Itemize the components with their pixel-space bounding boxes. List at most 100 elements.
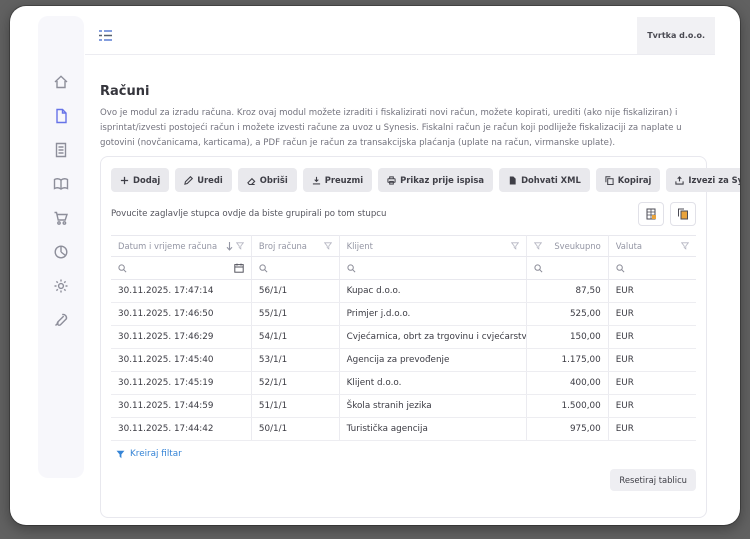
cell-currency: EUR bbox=[608, 303, 696, 326]
cell-total: 150,00 bbox=[526, 326, 608, 349]
cell-client: Kupac d.o.o. bbox=[339, 280, 526, 303]
topbar: Tvrtka d.o.o. bbox=[85, 17, 715, 55]
cell-currency: EUR bbox=[608, 395, 696, 418]
table-row[interactable]: 30.11.2025. 17:45:19 52/1/1 Klijent d.o.… bbox=[111, 372, 696, 395]
cell-currency: EUR bbox=[608, 326, 696, 349]
search-icon bbox=[616, 264, 625, 273]
table-row[interactable]: 30.11.2025. 17:46:50 55/1/1 Primjer j.d.… bbox=[111, 303, 696, 326]
document-icon bbox=[508, 176, 517, 185]
filter-input-number[interactable] bbox=[272, 263, 332, 273]
delete-button[interactable]: Obriši bbox=[238, 168, 297, 192]
catalog-icon[interactable] bbox=[53, 176, 69, 192]
sort-descending-icon bbox=[226, 242, 233, 251]
copy-button[interactable]: Kopiraj bbox=[596, 168, 661, 192]
table-row[interactable]: 30.11.2025. 17:46:29 54/1/1 Cvjećarnica,… bbox=[111, 326, 696, 349]
filter-funnel-icon[interactable] bbox=[534, 242, 542, 250]
table-row[interactable]: 30.11.2025. 17:47:14 56/1/1 Kupac d.o.o.… bbox=[111, 280, 696, 303]
cell-client: Cvjećarnica, obrt za trgovinu i cvjećars… bbox=[339, 326, 526, 349]
eraser-icon bbox=[247, 176, 256, 185]
add-button[interactable]: Dodaj bbox=[111, 168, 169, 192]
export-synesis-button-label: Izvezi za Synesis bbox=[688, 175, 740, 185]
print-preview-button-label: Prikaz prije ispisa bbox=[400, 175, 484, 185]
cell-client: Klijent d.o.o. bbox=[339, 372, 526, 395]
pencil-icon bbox=[184, 176, 193, 185]
cell-number: 55/1/1 bbox=[251, 303, 339, 326]
home-icon[interactable] bbox=[53, 74, 69, 90]
cell-total: 400,00 bbox=[526, 372, 608, 395]
column-header-number[interactable]: Broj računa bbox=[251, 236, 339, 257]
copy-grid-button[interactable] bbox=[670, 202, 696, 226]
create-filter-label: Kreiraj filtar bbox=[130, 449, 182, 459]
page-title: Računi bbox=[100, 84, 149, 99]
spreadsheet-icon bbox=[645, 208, 657, 220]
export-icon bbox=[675, 176, 684, 185]
reset-table-button[interactable]: Resetiraj tablicu bbox=[610, 469, 696, 491]
filter-input-client[interactable] bbox=[360, 263, 519, 273]
filter-funnel-blue-icon bbox=[116, 450, 125, 459]
settings-icon[interactable] bbox=[53, 278, 69, 294]
filter-input-datetime[interactable] bbox=[131, 263, 230, 273]
add-button-label: Dodaj bbox=[133, 175, 160, 185]
cell-datetime: 30.11.2025. 17:45:40 bbox=[111, 349, 251, 372]
reset-row: Resetiraj tablicu bbox=[111, 469, 696, 491]
copy-pages-icon bbox=[677, 208, 689, 220]
grid-tools bbox=[638, 202, 696, 226]
column-header-total[interactable]: Sveukupno bbox=[526, 236, 608, 257]
app-window: Tvrtka d.o.o. Računi Ovo je modul za izr… bbox=[10, 6, 740, 525]
cell-datetime: 30.11.2025. 17:44:42 bbox=[111, 418, 251, 441]
search-icon bbox=[259, 264, 268, 273]
print-preview-button[interactable]: Prikaz prije ispisa bbox=[378, 168, 493, 192]
filter-row bbox=[111, 257, 696, 280]
copy-icon bbox=[605, 176, 614, 185]
invoices-table: Datum i vrijeme računa Broj računa bbox=[111, 235, 696, 441]
filter-input-currency[interactable] bbox=[629, 263, 689, 273]
column-header-currency[interactable]: Valuta bbox=[608, 236, 696, 257]
copy-button-label: Kopiraj bbox=[618, 175, 652, 185]
cell-total: 975,00 bbox=[526, 418, 608, 441]
calendar-icon[interactable] bbox=[234, 263, 244, 273]
search-icon bbox=[534, 264, 543, 273]
plus-icon bbox=[120, 176, 129, 185]
invoices-card: Dodaj Uredi Obriši Preuzmi Prikaz prije … bbox=[100, 156, 707, 518]
cart-icon[interactable] bbox=[53, 210, 69, 226]
tools-icon[interactable] bbox=[53, 312, 69, 328]
menu-toggle-icon[interactable] bbox=[98, 29, 113, 42]
table-row[interactable]: 30.11.2025. 17:45:40 53/1/1 Agencija za … bbox=[111, 349, 696, 372]
cell-datetime: 30.11.2025. 17:46:50 bbox=[111, 303, 251, 326]
cell-currency: EUR bbox=[608, 280, 696, 303]
create-filter-link[interactable]: Kreiraj filtar bbox=[111, 441, 187, 461]
edit-button[interactable]: Uredi bbox=[175, 168, 231, 192]
cell-number: 51/1/1 bbox=[251, 395, 339, 418]
filter-funnel-icon[interactable] bbox=[511, 242, 519, 250]
filter-funnel-icon[interactable] bbox=[236, 242, 244, 250]
filter-input-total[interactable] bbox=[547, 263, 601, 273]
filter-funnel-icon[interactable] bbox=[324, 242, 332, 250]
edit-button-label: Uredi bbox=[197, 175, 222, 185]
cell-total: 87,50 bbox=[526, 280, 608, 303]
cell-number: 54/1/1 bbox=[251, 326, 339, 349]
search-icon bbox=[118, 264, 127, 273]
table-row[interactable]: 30.11.2025. 17:44:59 51/1/1 Škola strani… bbox=[111, 395, 696, 418]
page-description: Ovo je modul za izradu računa. Kroz ovaj… bbox=[100, 106, 714, 151]
documents-icon[interactable] bbox=[53, 142, 69, 158]
search-icon bbox=[347, 264, 356, 273]
reports-icon[interactable] bbox=[53, 244, 69, 260]
export-synesis-button[interactable]: Izvezi za Synesis bbox=[666, 168, 740, 192]
printer-icon bbox=[387, 176, 396, 185]
column-header-datetime[interactable]: Datum i vrijeme računa bbox=[111, 236, 251, 257]
delete-button-label: Obriši bbox=[260, 175, 288, 185]
column-header-client[interactable]: Klijent bbox=[339, 236, 526, 257]
cell-datetime: 30.11.2025. 17:44:59 bbox=[111, 395, 251, 418]
cell-client: Škola stranih jezika bbox=[339, 395, 526, 418]
fetch-xml-button[interactable]: Dohvati XML bbox=[499, 168, 590, 192]
download-button[interactable]: Preuzmi bbox=[303, 168, 372, 192]
cell-total: 525,00 bbox=[526, 303, 608, 326]
column-header-total-label: Sveukupno bbox=[554, 241, 600, 251]
cell-currency: EUR bbox=[608, 349, 696, 372]
table-row[interactable]: 30.11.2025. 17:44:42 50/1/1 Turistička a… bbox=[111, 418, 696, 441]
filter-funnel-icon[interactable] bbox=[681, 242, 689, 250]
column-header-client-label: Klijent bbox=[347, 241, 373, 251]
invoices-icon[interactable] bbox=[53, 108, 69, 124]
export-excel-button[interactable] bbox=[638, 202, 664, 226]
company-selector-button[interactable]: Tvrtka d.o.o. bbox=[637, 17, 715, 54]
